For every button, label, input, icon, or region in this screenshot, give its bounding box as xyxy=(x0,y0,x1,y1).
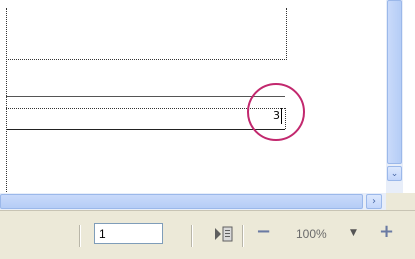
scrollbar-corner xyxy=(386,193,415,210)
zoom-out-button[interactable]: − xyxy=(256,220,271,244)
zoom-dropdown-icon[interactable]: ▼ xyxy=(350,228,357,238)
status-bar: − 100% ▼ + xyxy=(0,210,415,259)
separator xyxy=(191,225,193,247)
zoom-in-button[interactable]: + xyxy=(379,220,394,244)
document-canvas[interactable]: 3 xyxy=(0,0,386,193)
section-top-line xyxy=(6,96,285,97)
horizontal-scroll-thumb[interactable] xyxy=(0,194,363,209)
vertical-scrollbar[interactable]: ⌄ xyxy=(386,0,403,193)
zoom-level[interactable]: 100% xyxy=(296,227,327,241)
highlight-circle xyxy=(247,83,305,141)
scroll-right-icon[interactable]: › xyxy=(366,194,382,209)
dotted-row-line xyxy=(6,108,285,109)
page-number-input[interactable] xyxy=(94,223,163,244)
horizontal-scrollbar[interactable]: › xyxy=(0,193,386,210)
vertical-scroll-thumb[interactable] xyxy=(387,0,402,164)
next-page-icon[interactable] xyxy=(214,225,234,243)
separator xyxy=(79,225,81,247)
right-margin xyxy=(403,0,415,193)
separator xyxy=(242,225,244,247)
scroll-down-icon[interactable]: ⌄ xyxy=(387,166,402,181)
section-bottom-line xyxy=(6,129,285,130)
dotted-section-boundary xyxy=(6,8,287,60)
